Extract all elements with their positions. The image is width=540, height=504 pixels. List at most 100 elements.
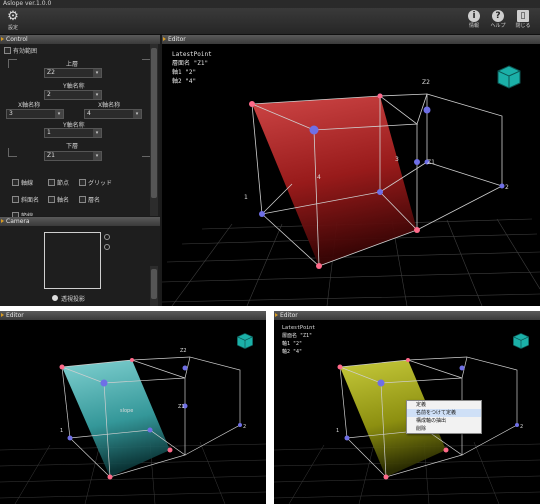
node-checkbox[interactable] — [48, 179, 55, 186]
app-window: Aslope ver.1.0.0 ⚙ 設定 i 情報 ? ヘルプ ▯ 閉じる C… — [0, 0, 540, 306]
close-label: 閉じる — [515, 23, 531, 29]
lower-layer-value: Z1 — [47, 152, 55, 159]
label-n2: 2 — [243, 424, 246, 430]
perspective-radio[interactable] — [52, 295, 58, 301]
toolbar: ⚙ 設定 i 情報 ? ヘルプ ▯ 閉じる — [0, 8, 540, 35]
lower-layer-label: 下層 — [66, 143, 79, 150]
slope-face[interactable] — [62, 360, 170, 477]
x-axis-left-value: 3 — [9, 110, 13, 117]
slope-node[interactable] — [316, 263, 322, 269]
context-menu: 定義 名前をつけて定義 構成軸の抽出 削除 — [406, 400, 482, 434]
node-point[interactable] — [459, 365, 465, 371]
node-point[interactable] — [377, 189, 383, 195]
slope-node[interactable] — [443, 447, 449, 453]
slope-name-label: 斜面名 — [21, 197, 40, 204]
slope-node[interactable] — [406, 358, 410, 362]
axis-line-label: 軸線 — [21, 180, 34, 187]
node-point[interactable] — [423, 106, 431, 114]
layer-name-checkbox[interactable] — [79, 196, 86, 203]
camera-scroll-thumb[interactable] — [151, 269, 157, 299]
slope-node[interactable] — [337, 364, 343, 370]
editor-viewport[interactable]: LatestPoint 層面名 "Z1" 軸1 "2" 軸2 "4" Z2 Z1… — [162, 44, 540, 306]
editor-header-3: Editor — [274, 311, 540, 320]
node-point[interactable] — [147, 427, 153, 433]
node-point[interactable] — [377, 379, 385, 387]
slope-node[interactable] — [107, 474, 113, 480]
control-scrollbar[interactable] — [150, 44, 158, 216]
info-icon: i — [468, 10, 480, 22]
node-point[interactable] — [309, 125, 319, 135]
perspective-label: 透視投影 — [61, 296, 86, 303]
node-point[interactable] — [182, 365, 188, 371]
view-cube-icon[interactable] — [496, 64, 522, 90]
menu-item-extract-axes[interactable]: 構成軸の抽出 — [407, 417, 481, 425]
node-point[interactable] — [238, 423, 242, 427]
label-n3: 3 — [395, 156, 399, 163]
label-z2: Z2 — [422, 79, 430, 86]
camera-preview[interactable] — [44, 232, 101, 289]
slope-node[interactable] — [167, 447, 173, 453]
help-button[interactable]: ? ヘルプ — [488, 10, 508, 32]
control-panel-header[interactable]: Control — [0, 35, 160, 44]
camera-radio-1[interactable] — [104, 234, 110, 240]
slope-node[interactable] — [249, 101, 255, 107]
y-axis-lower-select[interactable]: 1 ▾ — [44, 128, 102, 138]
grid-checkbox[interactable] — [79, 179, 86, 186]
menu-item-delete[interactable]: 削除 — [407, 425, 481, 433]
upper-layer-label: 上層 — [66, 61, 79, 68]
scene-cyan: Z2 Z1 slope 1 2 — [0, 348, 266, 504]
axis-name-checkbox[interactable] — [48, 196, 55, 203]
close-button[interactable]: ▯ 閉じる — [513, 10, 533, 32]
effective-range-checkbox[interactable] — [4, 47, 11, 54]
y-axis-select[interactable]: 2 ▾ — [44, 90, 102, 100]
axis-line-checkbox[interactable] — [12, 179, 19, 186]
slope-node[interactable] — [59, 364, 65, 370]
settings-button[interactable]: ⚙ 設定 — [3, 10, 23, 32]
settings-label: 設定 — [7, 25, 18, 31]
info-button[interactable]: i 情報 — [464, 10, 484, 32]
node-point[interactable] — [499, 183, 505, 189]
node-point[interactable] — [100, 379, 108, 387]
chevron-down-icon: ▾ — [93, 91, 101, 99]
lower-layer-select[interactable]: Z1 ▾ — [44, 151, 102, 161]
menu-item-define-named[interactable]: 名前をつけて定義 — [407, 409, 481, 417]
node-point[interactable] — [414, 159, 420, 165]
slope-node[interactable] — [130, 358, 134, 362]
node-point[interactable] — [344, 435, 350, 441]
slope-name-checkbox[interactable] — [12, 196, 19, 203]
node-point[interactable] — [259, 211, 265, 217]
layer-name-label: 層名 — [88, 197, 101, 204]
grid-label: グリッド — [88, 180, 113, 187]
axis-name-label: 軸名 — [57, 197, 70, 204]
label-z1: Z1 — [178, 404, 185, 410]
view-cube-icon[interactable] — [236, 332, 254, 350]
upper-layer-select[interactable]: Z2 ▾ — [44, 68, 102, 78]
slope-node[interactable] — [383, 474, 389, 480]
node-point[interactable] — [67, 435, 73, 441]
view-cube-icon[interactable] — [512, 332, 530, 350]
chevron-down-icon: ▾ — [133, 110, 141, 118]
slope-face[interactable] — [252, 96, 417, 266]
menu-item-define[interactable]: 定義 — [407, 401, 481, 409]
editor-header: Editor — [162, 35, 540, 44]
slope-node[interactable] — [377, 93, 383, 99]
label-n2: 2 — [505, 184, 509, 191]
camera-scrollbar[interactable] — [150, 266, 158, 306]
x-axis-left-select[interactable]: 3 ▾ — [6, 109, 64, 119]
control-scroll-thumb[interactable] — [151, 48, 157, 198]
chevron-down-icon: ▾ — [55, 110, 63, 118]
y-axis-lower-value: 1 — [47, 129, 51, 136]
x-axis-right-value: 4 — [87, 110, 91, 117]
window-title: Aslope ver.1.0.0 — [0, 0, 540, 8]
camera-radio-2[interactable] — [104, 244, 110, 250]
x-axis-right-select[interactable]: 4 ▾ — [84, 109, 142, 119]
camera-panel-header[interactable]: Camera — [0, 217, 160, 226]
label-n4: 4 — [317, 174, 321, 181]
info-label: 情報 — [468, 23, 479, 29]
slope-node[interactable] — [414, 227, 420, 233]
node-point[interactable] — [515, 423, 519, 427]
editor-viewport-2[interactable]: Z2 Z1 slope 1 2 — [0, 320, 266, 504]
y-axis-label: Y軸名称 — [63, 83, 85, 90]
label-n1: 1 — [244, 194, 248, 201]
label-n1: 1 — [336, 428, 339, 434]
